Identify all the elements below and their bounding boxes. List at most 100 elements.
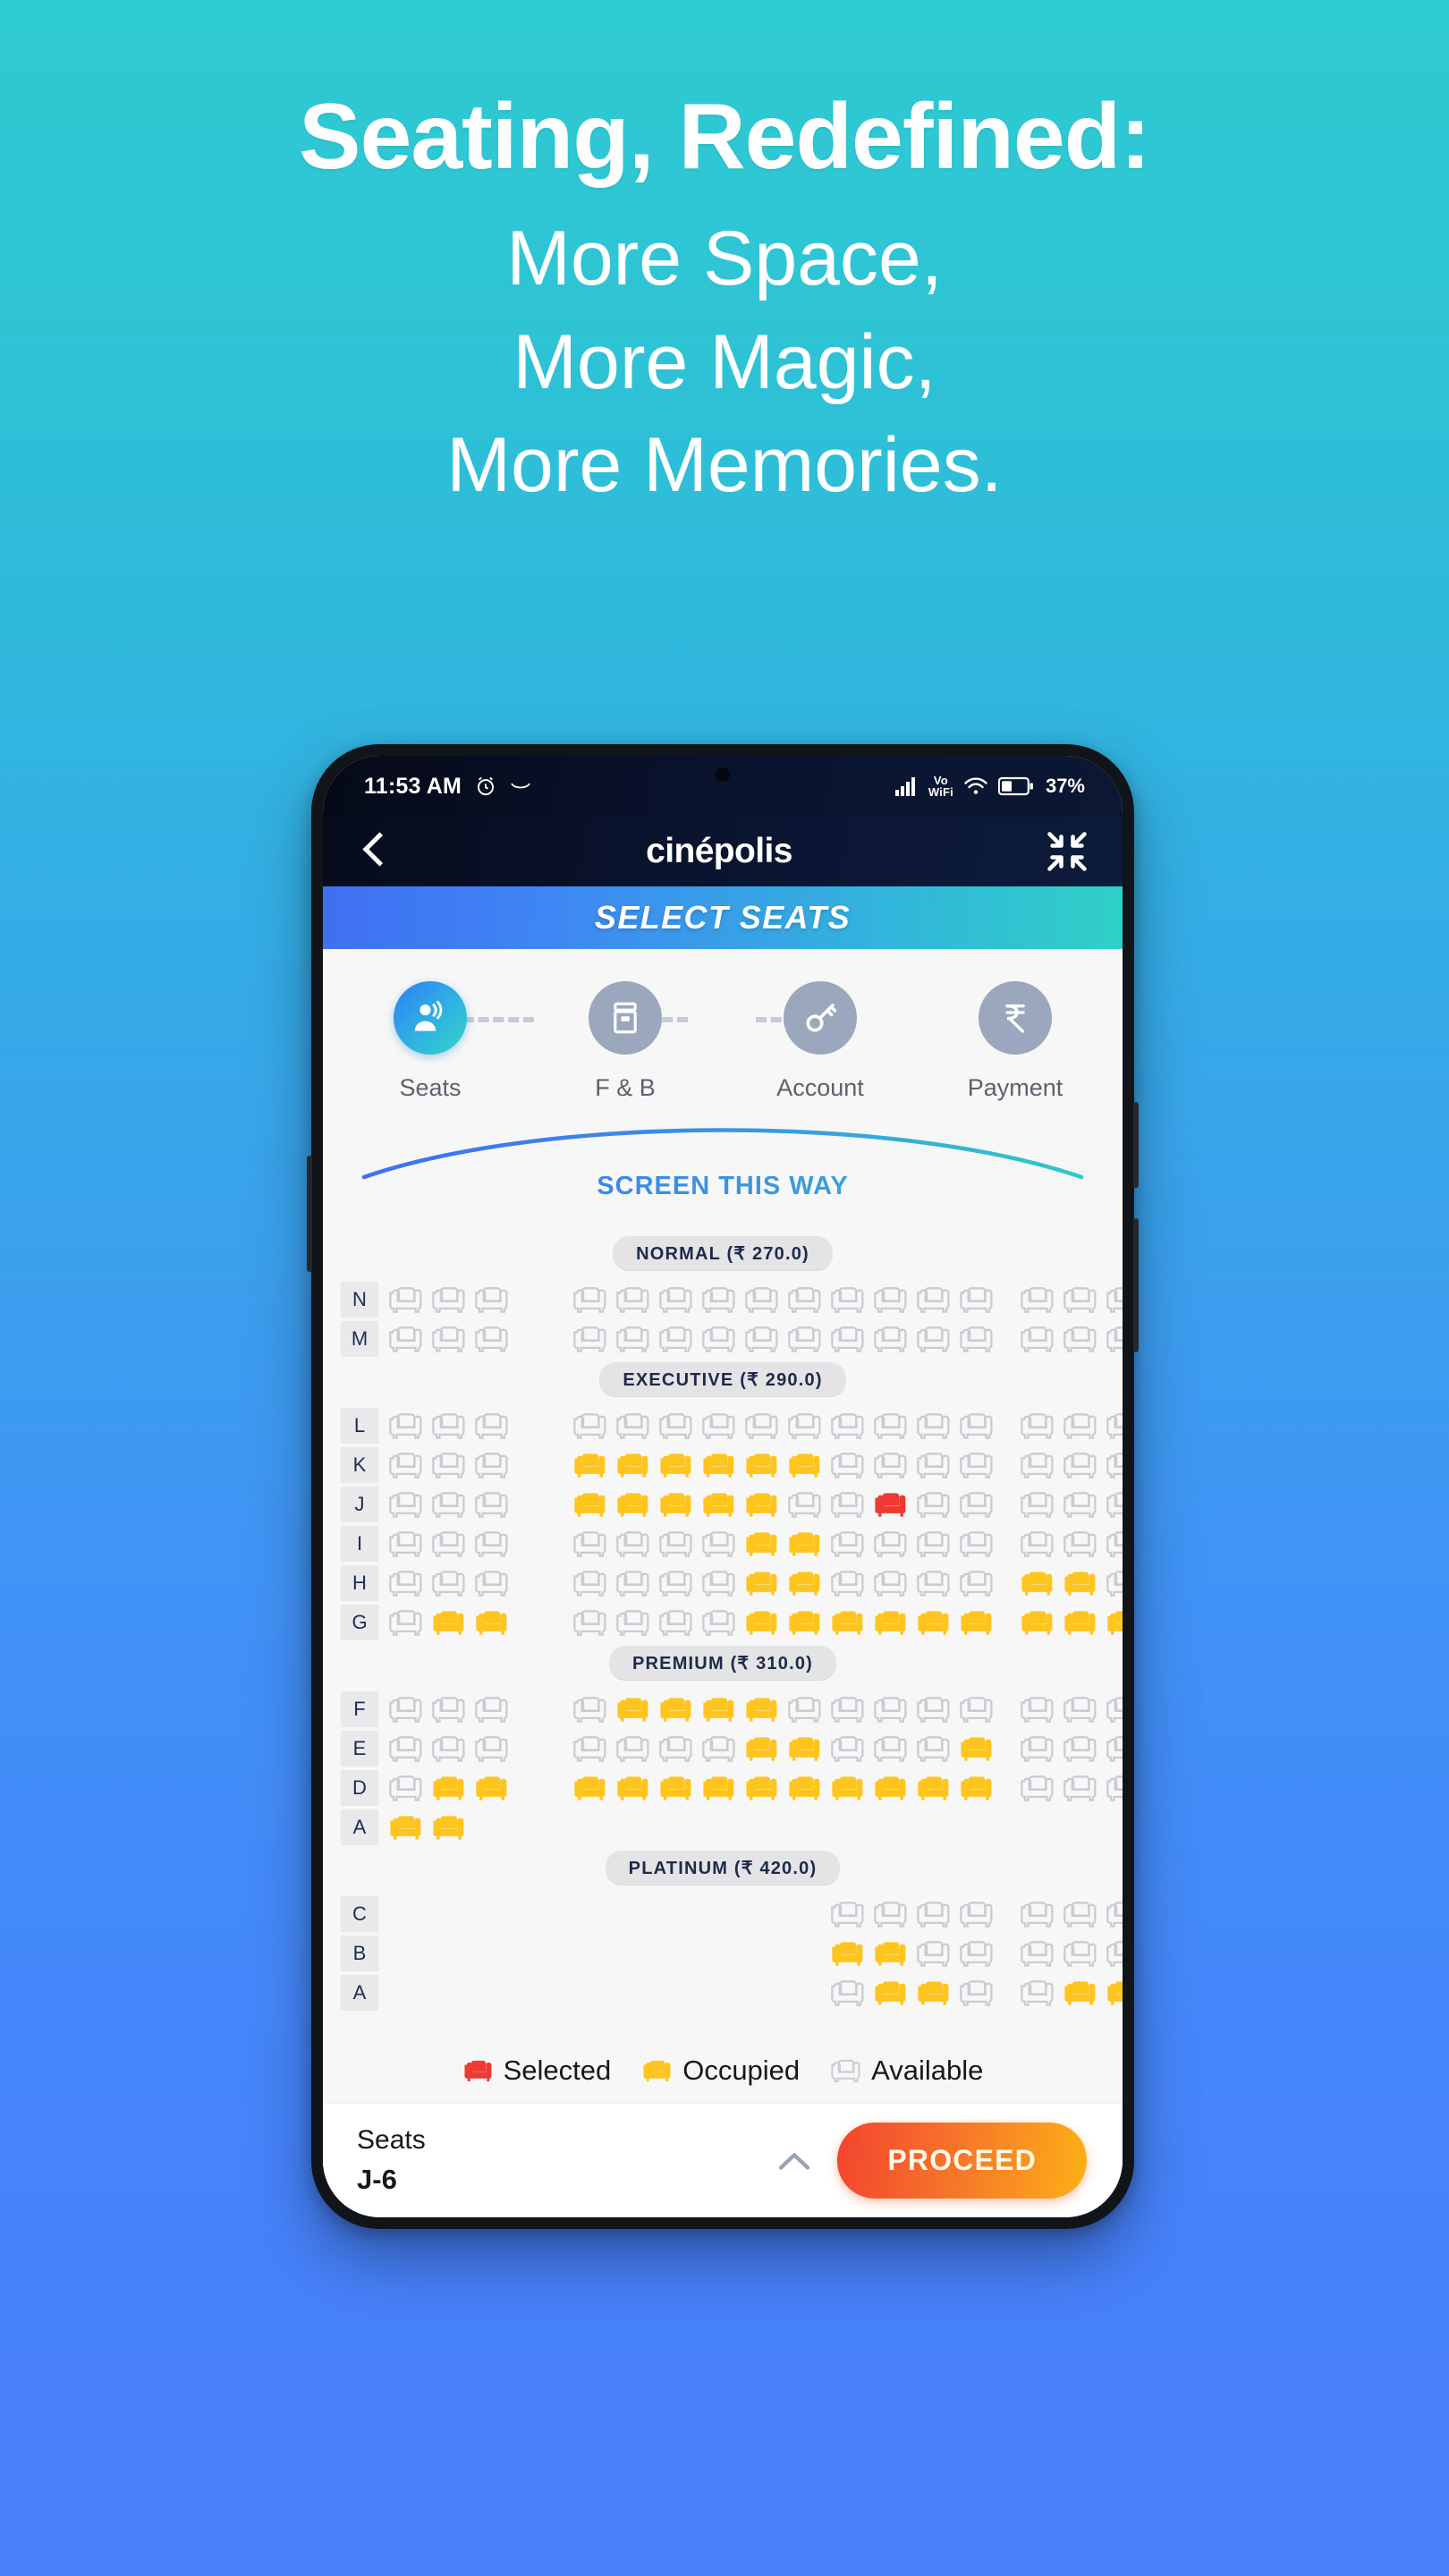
chevron-up-icon[interactable]: [776, 2148, 812, 2174]
seat[interactable]: [387, 1284, 425, 1315]
seat[interactable]: [743, 1529, 781, 1559]
seat[interactable]: [387, 1489, 425, 1520]
seat[interactable]: [387, 1568, 425, 1598]
seat[interactable]: [786, 1284, 824, 1315]
seat[interactable]: [743, 1568, 781, 1598]
seat[interactable]: [700, 1568, 738, 1598]
seat[interactable]: [829, 1938, 867, 1969]
seat[interactable]: [614, 1607, 652, 1638]
seat[interactable]: [430, 1529, 468, 1559]
seat[interactable]: [700, 1411, 738, 1441]
seat[interactable]: [1105, 1938, 1123, 1969]
seat[interactable]: [1105, 1694, 1123, 1724]
seat[interactable]: [915, 1733, 953, 1764]
seat[interactable]: [572, 1529, 609, 1559]
seat[interactable]: [614, 1489, 652, 1520]
stepper-step-fnb[interactable]: F & B: [548, 981, 702, 1102]
seat[interactable]: [829, 1899, 867, 1929]
seat[interactable]: [1105, 1773, 1123, 1803]
seat[interactable]: [387, 1411, 425, 1441]
seat[interactable]: [915, 1773, 953, 1803]
seat[interactable]: [700, 1324, 738, 1354]
seat[interactable]: [430, 1324, 468, 1354]
seat[interactable]: [700, 1284, 738, 1315]
seat[interactable]: [915, 1324, 953, 1354]
seat[interactable]: [1062, 1733, 1099, 1764]
seat[interactable]: [430, 1284, 468, 1315]
seat[interactable]: [473, 1529, 511, 1559]
seat[interactable]: [572, 1489, 609, 1520]
seat[interactable]: [700, 1489, 738, 1520]
stepper-step-seats[interactable]: Seats: [353, 981, 507, 1102]
seat[interactable]: [829, 1694, 867, 1724]
seat[interactable]: [387, 1773, 425, 1803]
seat[interactable]: [1062, 1489, 1099, 1520]
seat[interactable]: [430, 1733, 468, 1764]
seat[interactable]: [872, 1899, 910, 1929]
seat[interactable]: [700, 1773, 738, 1803]
seat[interactable]: [1105, 1733, 1123, 1764]
seat[interactable]: [915, 1450, 953, 1480]
seat[interactable]: [700, 1529, 738, 1559]
seat[interactable]: [657, 1568, 695, 1598]
seat[interactable]: [1062, 1568, 1099, 1598]
seat[interactable]: [958, 1411, 996, 1441]
seat[interactable]: [1019, 1938, 1056, 1969]
seat[interactable]: [872, 1324, 910, 1354]
seat[interactable]: [473, 1694, 511, 1724]
seat[interactable]: [387, 1733, 425, 1764]
seat[interactable]: [657, 1284, 695, 1315]
seat[interactable]: [872, 1284, 910, 1315]
seat[interactable]: [915, 1899, 953, 1929]
seat[interactable]: [743, 1733, 781, 1764]
seat[interactable]: [1105, 1450, 1123, 1480]
seat[interactable]: [1105, 1529, 1123, 1559]
seat[interactable]: [958, 1450, 996, 1480]
seat[interactable]: [1062, 1324, 1099, 1354]
seat[interactable]: [657, 1733, 695, 1764]
seat[interactable]: [786, 1607, 824, 1638]
seat[interactable]: [572, 1411, 609, 1441]
seat[interactable]: [1062, 1773, 1099, 1803]
seat[interactable]: [473, 1733, 511, 1764]
seat[interactable]: [614, 1773, 652, 1803]
seat[interactable]: [829, 1529, 867, 1559]
seat[interactable]: [915, 1607, 953, 1638]
seat[interactable]: [1105, 1324, 1123, 1354]
seat[interactable]: [430, 1489, 468, 1520]
seat[interactable]: [430, 1411, 468, 1441]
seat[interactable]: [387, 1324, 425, 1354]
seat[interactable]: [958, 1978, 996, 2008]
seat[interactable]: [872, 1568, 910, 1598]
seat[interactable]: [915, 1568, 953, 1598]
seat[interactable]: [614, 1411, 652, 1441]
seat[interactable]: [614, 1529, 652, 1559]
seat[interactable]: [1019, 1284, 1056, 1315]
seat[interactable]: [657, 1694, 695, 1724]
seat[interactable]: [872, 1773, 910, 1803]
seat[interactable]: [700, 1450, 738, 1480]
seat[interactable]: [958, 1489, 996, 1520]
seat[interactable]: [829, 1773, 867, 1803]
seat[interactable]: [743, 1411, 781, 1441]
seat[interactable]: [1062, 1938, 1099, 1969]
seat[interactable]: [958, 1773, 996, 1803]
seat[interactable]: [829, 1411, 867, 1441]
seat[interactable]: [958, 1607, 996, 1638]
seat[interactable]: [614, 1733, 652, 1764]
seat[interactable]: [430, 1773, 468, 1803]
seat[interactable]: [1105, 1568, 1123, 1598]
seat[interactable]: [829, 1568, 867, 1598]
seat[interactable]: [473, 1489, 511, 1520]
seat[interactable]: [958, 1529, 996, 1559]
seat[interactable]: [1062, 1529, 1099, 1559]
collapse-arrows-icon[interactable]: [1044, 828, 1090, 875]
seat[interactable]: [387, 1450, 425, 1480]
seat[interactable]: [657, 1324, 695, 1354]
seat[interactable]: [786, 1529, 824, 1559]
seat[interactable]: [657, 1450, 695, 1480]
seat[interactable]: [473, 1411, 511, 1441]
seat[interactable]: [872, 1733, 910, 1764]
seat[interactable]: [872, 1450, 910, 1480]
seat[interactable]: [430, 1568, 468, 1598]
